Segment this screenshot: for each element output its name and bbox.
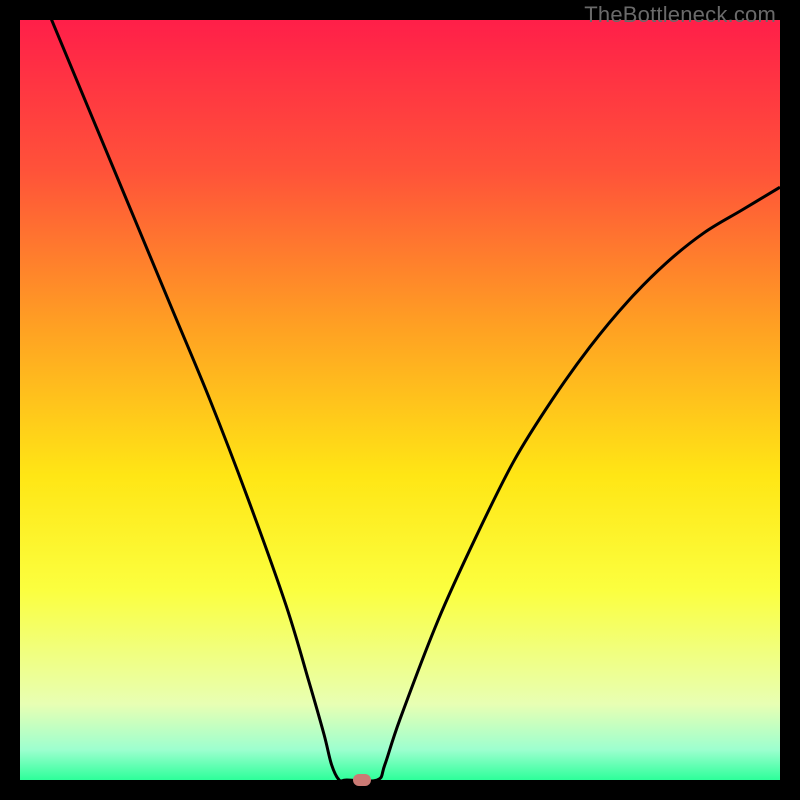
gradient-background: [20, 20, 780, 780]
optimal-point-marker: [353, 774, 371, 786]
bottleneck-chart: [20, 20, 780, 780]
chart-frame: [20, 20, 780, 780]
watermark-text: TheBottleneck.com: [584, 2, 776, 28]
